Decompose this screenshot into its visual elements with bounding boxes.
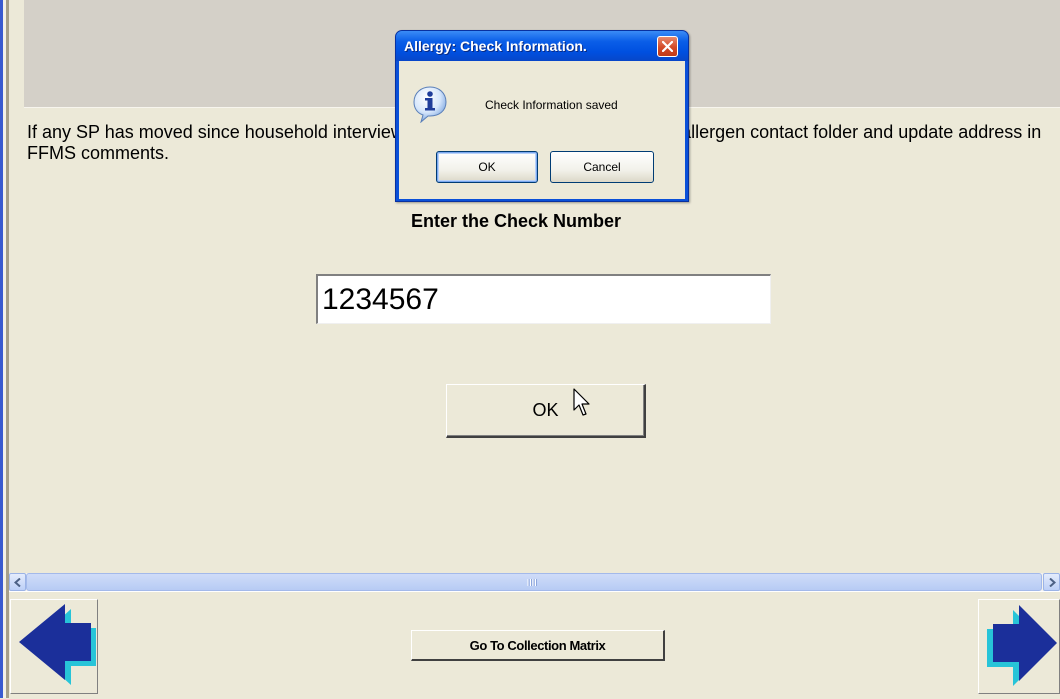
chevron-left-icon [14,578,21,587]
check-number-label: Enter the Check Number [411,211,622,231]
dialog-close-button[interactable] [657,36,678,57]
mouse-cursor-icon [573,388,590,416]
scroll-left-button[interactable] [9,573,26,591]
ok-button[interactable]: OK [446,384,646,438]
dialog-cancel-button[interactable]: Cancel [550,151,654,183]
forward-button[interactable] [978,599,1060,694]
left-arrow-icon [19,604,96,685]
info-icon [413,86,447,123]
dialog-title: Allergy: Check Information. [404,38,587,54]
close-icon [662,41,673,52]
grip-icon [527,579,537,586]
window-left-border [0,0,9,698]
dialog-message: Check Information saved [485,98,618,112]
dialog-titlebar[interactable]: Allergy: Check Information. [396,31,688,61]
back-button[interactable] [10,599,98,694]
check-number-input[interactable] [316,274,771,324]
scroll-right-button[interactable] [1043,573,1060,591]
chevron-right-icon [1049,578,1056,587]
go-to-collection-matrix-button[interactable]: Go To Collection Matrix [411,630,665,661]
dialog-body: Check Information saved OK Cancel [399,61,685,199]
dialog-ok-button[interactable]: OK [436,151,538,183]
scroll-thumb[interactable] [26,573,1042,591]
check-information-dialog: Allergy: Check Information. Check Inform… [395,30,689,202]
horizontal-scrollbar[interactable] [9,573,1060,591]
right-arrow-icon [987,605,1057,686]
